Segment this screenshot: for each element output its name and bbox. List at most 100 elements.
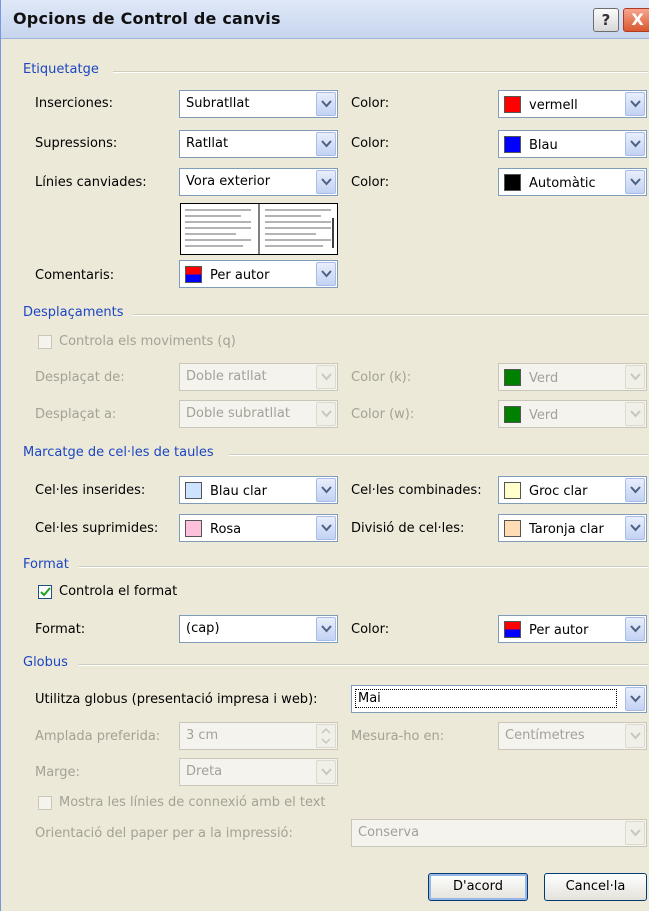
color-swatch: [504, 482, 521, 499]
close-button[interactable]: X: [623, 8, 649, 32]
suprimides-select[interactable]: Rosa: [179, 514, 338, 542]
chevron-down-icon[interactable]: [625, 170, 645, 194]
chevron-down-icon[interactable]: [316, 760, 336, 784]
format-color-select[interactable]: Per autor: [498, 615, 647, 643]
chevron-down-icon[interactable]: [625, 617, 645, 641]
margin-label: Marge:: [35, 765, 80, 780]
color-swatch: [504, 520, 521, 537]
desplacat-a-color-value: Verd: [529, 408, 559, 423]
preferred-width-spinner[interactable]: 3 cm: [179, 722, 338, 750]
use-balloons-value: Mai: [355, 689, 617, 708]
insercions-select[interactable]: Subratllat: [179, 90, 338, 118]
section-format: Format: [23, 557, 69, 572]
divisio-select[interactable]: Taronja clar: [498, 514, 647, 542]
comentaris-value: Per autor: [210, 268, 270, 283]
linies-color-value: Automàtic: [529, 176, 596, 191]
page-preview-icon: [185, 204, 334, 254]
chevron-down-icon[interactable]: [625, 821, 645, 845]
desplacat-a-select[interactable]: Doble subratllat: [179, 400, 338, 428]
comentaris-label: Comentaris:: [35, 268, 115, 283]
divisio-label: Divisió de cel·les:: [351, 521, 465, 536]
title-bar[interactable]: Opcions de Control de canvis ? X: [1, 0, 649, 39]
preferred-width-value: 3 cm: [186, 728, 219, 743]
section-divider: [79, 566, 648, 568]
chevron-down-icon[interactable]: [316, 478, 336, 502]
chevron-down-icon[interactable]: [625, 365, 645, 389]
color-swatch: [504, 406, 521, 423]
desplacat-a-color-select[interactable]: Verd: [498, 400, 647, 428]
desplacat-de-color-value: Verd: [529, 371, 559, 386]
cancel-button[interactable]: Cancel·la: [544, 873, 647, 901]
combinades-label: Cel·les combinades:: [351, 483, 482, 498]
spinner-arrows-icon[interactable]: [316, 724, 336, 748]
chevron-down-icon[interactable]: [625, 92, 645, 116]
inserides-label: Cel·les inserides:: [35, 483, 146, 498]
chevron-down-icon[interactable]: [625, 132, 645, 156]
divisio-value: Taronja clar: [529, 522, 604, 537]
combinades-value: Groc clar: [529, 484, 588, 499]
linies-color-select[interactable]: Automàtic: [498, 168, 647, 196]
help-button[interactable]: ?: [593, 8, 619, 32]
section-globus: Globus: [23, 655, 68, 670]
track-moves-checkbox[interactable]: [38, 335, 52, 349]
inserides-select[interactable]: Blau clar: [179, 476, 338, 504]
linies-color-label: Color:: [351, 175, 390, 190]
chevron-down-icon[interactable]: [316, 402, 336, 426]
chevron-down-icon[interactable]: [625, 516, 645, 540]
comentaris-select[interactable]: Per autor: [179, 260, 338, 288]
color-swatch: [504, 174, 521, 191]
format-value: (cap): [186, 621, 220, 636]
supressions-select[interactable]: Ratllat: [179, 130, 338, 158]
section-divider: [78, 664, 648, 666]
color-swatch: [504, 369, 521, 386]
suprimides-value: Rosa: [210, 522, 242, 537]
format-select[interactable]: (cap): [179, 615, 338, 643]
linies-value: Vora exterior: [186, 174, 271, 189]
chevron-down-icon[interactable]: [316, 365, 336, 389]
chevron-down-icon[interactable]: [316, 170, 336, 194]
chevron-down-icon[interactable]: [625, 478, 645, 502]
chevron-down-icon[interactable]: [316, 262, 336, 286]
color-swatch: [185, 520, 202, 537]
desplacat-de-color-select[interactable]: Verd: [498, 363, 647, 391]
chevron-down-icon[interactable]: [316, 92, 336, 116]
suprimides-label: Cel·les suprimides:: [35, 521, 159, 536]
margin-select[interactable]: Dreta: [179, 758, 338, 786]
format-color-label: Color:: [351, 622, 390, 637]
supressions-label: Supressions:: [35, 136, 118, 151]
use-balloons-select[interactable]: Mai: [351, 685, 647, 713]
combinades-select[interactable]: Groc clar: [498, 476, 647, 504]
chevron-down-icon[interactable]: [316, 516, 336, 540]
measure-in-select[interactable]: Centímetres: [498, 722, 647, 750]
insercions-color-select[interactable]: vermell: [498, 90, 647, 118]
chevron-down-icon[interactable]: [625, 724, 645, 748]
desplacat-de-select[interactable]: Doble ratllat: [179, 363, 338, 391]
by-author-swatch: [185, 266, 202, 283]
desplacat-de-value: Doble ratllat: [186, 369, 267, 384]
supressions-color-select[interactable]: Blau: [498, 130, 647, 158]
linies-label: Línies canviades:: [35, 175, 147, 190]
supressions-color-label: Color:: [351, 136, 390, 151]
ok-button[interactable]: D'acord: [428, 873, 528, 901]
color-swatch: [504, 96, 521, 113]
checkmark-icon: [40, 587, 51, 597]
chevron-down-icon[interactable]: [316, 617, 336, 641]
track-formatting-checkbox[interactable]: [38, 585, 52, 599]
chevron-down-icon[interactable]: [625, 687, 645, 711]
linies-select[interactable]: Vora exterior: [179, 168, 338, 196]
insercions-color-value: vermell: [529, 98, 578, 113]
preferred-width-label: Amplada preferida:: [35, 729, 161, 744]
by-author-swatch: [504, 621, 521, 638]
paper-orientation-select[interactable]: Conserva: [351, 819, 647, 847]
chevron-down-icon[interactable]: [316, 132, 336, 156]
chevron-down-icon[interactable]: [625, 402, 645, 426]
desplacat-a-value: Doble subratllat: [186, 406, 290, 421]
insercions-label: Inserciones:: [35, 96, 114, 111]
show-lines-checkbox[interactable]: [38, 796, 52, 810]
format-color-value: Per autor: [529, 623, 589, 638]
margin-value: Dreta: [186, 764, 223, 779]
measure-in-label: Mesura-ho en:: [351, 729, 445, 744]
insercions-color-label: Color:: [351, 96, 390, 111]
desplacat-de-label: Desplaçat de:: [35, 370, 125, 385]
color-swatch: [185, 482, 202, 499]
